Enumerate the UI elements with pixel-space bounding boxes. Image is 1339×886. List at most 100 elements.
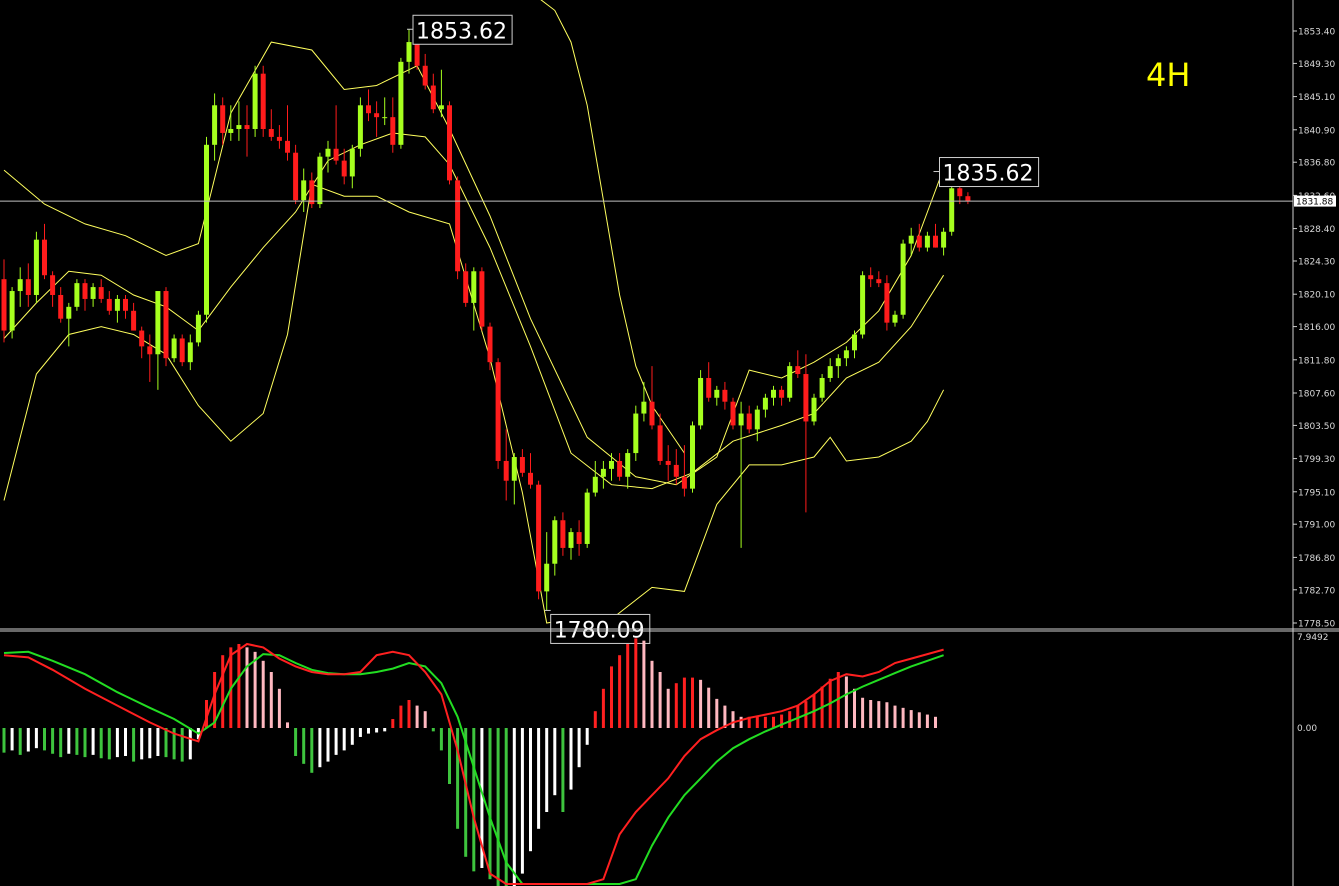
candle-body <box>179 338 185 363</box>
annotation-label: 1835.62 <box>943 162 1034 187</box>
price-annotation: 1780.09 <box>544 609 651 644</box>
candle-body <box>252 73 258 130</box>
price-tick-label: 1782.70 <box>1298 586 1335 596</box>
candle-body <box>204 144 209 315</box>
histogram-bar <box>699 679 703 728</box>
price-tick-label: 1807.60 <box>1298 389 1335 399</box>
histogram-bar <box>439 728 443 751</box>
candle-body <box>341 160 347 177</box>
candle-body <box>900 243 906 315</box>
histogram-bar <box>26 728 30 752</box>
candle <box>730 397 736 430</box>
candle-body <box>147 346 153 355</box>
histogram-bar <box>221 655 225 728</box>
candle-body <box>398 61 404 145</box>
price-annotation: 1835.62 <box>933 157 1040 188</box>
candle-body <box>609 460 614 469</box>
candle-body <box>519 457 525 473</box>
candle <box>584 488 590 548</box>
candle <box>260 65 266 137</box>
histogram-bar <box>237 644 241 728</box>
histogram-bar <box>334 728 338 755</box>
histogram-bar <box>917 712 921 728</box>
candle-body <box>706 377 712 398</box>
candle-body <box>366 105 371 114</box>
histogram-bar <box>520 728 524 874</box>
candle <box>74 279 80 311</box>
candle-body <box>908 235 914 244</box>
candle-body <box>414 42 420 66</box>
candle <box>357 97 363 157</box>
candle-body <box>560 520 566 548</box>
histogram-bar <box>901 707 905 728</box>
histogram-bar <box>877 701 881 728</box>
histogram-bar <box>569 728 573 790</box>
histogram-bar <box>10 728 14 751</box>
histogram-bar <box>245 647 249 728</box>
candle-body <box>617 460 623 477</box>
histogram-bar <box>399 705 403 728</box>
histogram-bar <box>861 697 865 728</box>
histogram-bar <box>294 728 298 756</box>
histogram-bar <box>140 728 144 760</box>
histogram-bar <box>909 710 913 728</box>
candle-body <box>795 366 801 375</box>
candle-body <box>957 188 963 197</box>
histogram-bar <box>156 728 160 756</box>
histogram-bar <box>358 728 362 737</box>
price-annotation: 1853.62 <box>407 14 513 45</box>
histogram-bar <box>342 728 346 751</box>
candle-body <box>762 397 768 410</box>
histogram-bar <box>723 705 727 728</box>
histogram-bar <box>115 728 119 758</box>
price-tick-label: 1828.40 <box>1298 225 1335 235</box>
histogram-bar <box>415 705 419 728</box>
candle-body <box>74 283 80 307</box>
candle-body <box>293 152 299 201</box>
histogram-bar <box>18 728 22 755</box>
candle-body <box>641 401 647 414</box>
histogram-bar <box>148 728 152 759</box>
candle-body <box>301 180 307 201</box>
candle-body <box>17 279 23 292</box>
candle <box>447 101 452 185</box>
histogram-bar <box>626 644 630 728</box>
candle-body <box>430 85 436 110</box>
candle-body <box>317 156 323 205</box>
candle-body <box>228 129 234 133</box>
candle-body <box>357 105 363 149</box>
candle-body <box>171 338 177 359</box>
histogram-bar <box>277 688 281 728</box>
candle <box>317 152 323 209</box>
histogram-bar <box>691 677 694 728</box>
histogram-bar <box>618 655 622 728</box>
histogram-bar <box>545 728 549 812</box>
price-tick-label: 1791.00 <box>1298 521 1335 531</box>
histogram-bar <box>431 728 435 732</box>
histogram-bar <box>188 728 192 760</box>
candle-body <box>390 117 396 145</box>
histogram-bar <box>869 700 873 728</box>
histogram-bar <box>253 651 257 728</box>
candle <box>479 267 485 331</box>
histogram-bar <box>261 660 265 728</box>
annotation-label: 1853.62 <box>416 19 507 44</box>
candle-body <box>325 148 331 157</box>
price-tick-label: 1820.10 <box>1298 291 1335 301</box>
candle <box>495 358 501 469</box>
histogram-bar <box>107 728 111 760</box>
candle-body <box>552 520 558 564</box>
histogram-bar <box>472 728 476 872</box>
macd-zero-label: 0.00 <box>1297 724 1317 734</box>
histogram-bar <box>593 711 597 728</box>
candle-body <box>406 42 412 62</box>
candle-body <box>90 287 96 299</box>
candle <box>163 287 169 367</box>
price-tick-label: 1778.50 <box>1298 620 1335 630</box>
candle-body <box>876 279 882 284</box>
histogram-bar <box>755 716 759 728</box>
histogram-bar <box>788 711 792 728</box>
candle <box>811 393 817 426</box>
candle-body <box>771 389 776 398</box>
candle-body <box>155 291 161 355</box>
